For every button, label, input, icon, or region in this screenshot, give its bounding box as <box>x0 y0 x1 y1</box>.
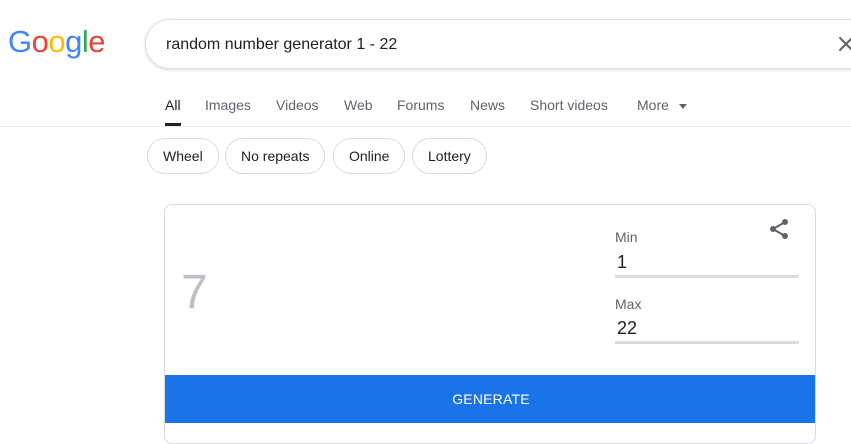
tab-more[interactable]: More <box>637 94 687 126</box>
tab-label: News <box>470 97 506 113</box>
logo-letter: o <box>48 24 66 59</box>
tab-web[interactable]: Web <box>344 94 373 126</box>
tab-videos[interactable]: Videos <box>276 94 319 126</box>
max-input[interactable] <box>615 316 799 344</box>
caret-down-icon <box>678 103 687 109</box>
chip-lottery[interactable]: Lottery <box>412 138 487 174</box>
tab-label: Forums <box>397 97 445 113</box>
logo-letter: e <box>88 24 106 59</box>
max-label: Max <box>615 296 642 312</box>
tab-label: All <box>165 97 181 113</box>
google-logo[interactable]: Google <box>8 24 106 60</box>
tab-news[interactable]: News <box>470 94 505 126</box>
chip-no-repeats[interactable]: No repeats <box>225 138 326 174</box>
min-input[interactable] <box>615 250 799 278</box>
close-icon <box>839 37 851 51</box>
tab-label: Videos <box>276 97 319 113</box>
tab-forums[interactable]: Forums <box>397 94 444 126</box>
logo-letter: G <box>8 24 32 59</box>
share-button[interactable] <box>767 217 791 241</box>
clear-search-button[interactable] <box>834 32 851 56</box>
tab-all[interactable]: All <box>165 94 181 126</box>
min-label: Min <box>615 229 638 245</box>
tab-label: More <box>637 97 669 113</box>
chip-wheel[interactable]: Wheel <box>147 138 219 174</box>
tab-label: Web <box>344 97 373 113</box>
logo-letter: o <box>31 24 49 59</box>
chip-online[interactable]: Online <box>333 138 406 174</box>
search-input[interactable] <box>166 33 806 57</box>
tab-images[interactable]: Images <box>205 94 251 126</box>
tab-short-videos[interactable]: Short videos <box>530 94 608 126</box>
generated-number: 7 <box>181 266 208 319</box>
tab-label: Images <box>205 97 251 113</box>
random-number-generator-card: 7 Min Max GENERATE <box>164 204 816 444</box>
generate-button[interactable]: GENERATE <box>165 375 815 423</box>
tab-label: Short videos <box>530 97 608 113</box>
search-box <box>145 19 851 69</box>
tabs-divider <box>0 126 851 127</box>
share-icon <box>770 219 788 239</box>
logo-letter: g <box>65 24 82 59</box>
